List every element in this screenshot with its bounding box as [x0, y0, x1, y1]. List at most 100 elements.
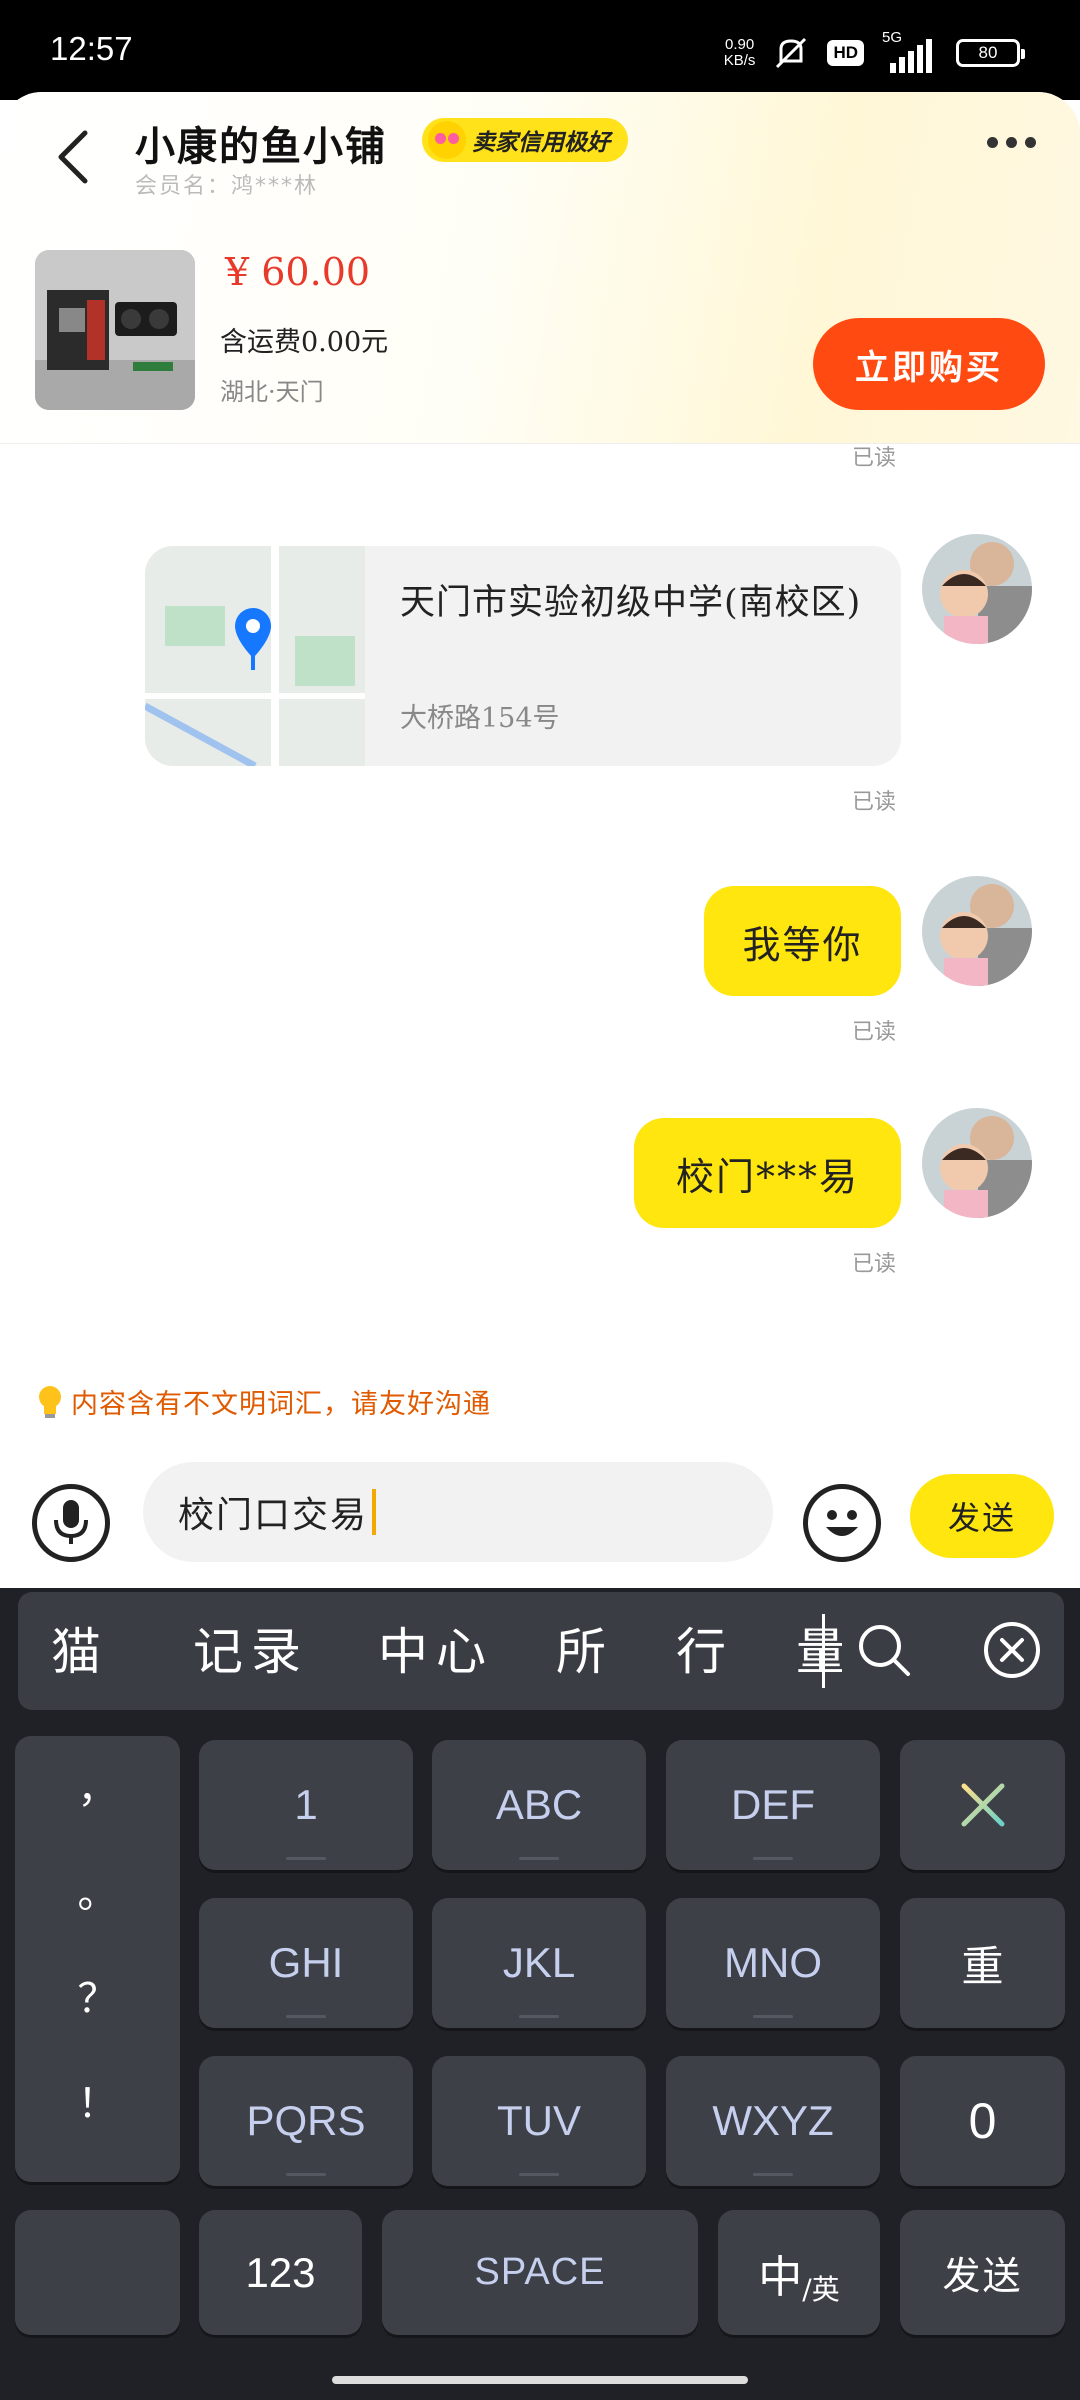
read-receipt: 已读: [852, 446, 897, 471]
lightbulb-icon: [39, 1385, 61, 1418]
voice-button[interactable]: [32, 1484, 110, 1562]
punctuation-column[interactable]: ， 。 ？ ！: [15, 1736, 180, 2182]
close-icon[interactable]: [980, 1618, 1044, 1682]
ime-keyboard: 猫 记录 中心 所 行 量 ， 。 ？ ！ 1 ABC DEF GHI JKL: [0, 1588, 1080, 2400]
punct-question[interactable]: ？: [15, 1966, 180, 2024]
delete-x-icon: [961, 1783, 1004, 1827]
status-bar: 12:57 0.90 KB/s HD 5G 80: [0, 0, 1080, 100]
key-mno[interactable]: MNO: [666, 1898, 880, 2028]
avatar[interactable]: [922, 1108, 1032, 1218]
keyboard-send-key[interactable]: 发送: [900, 2210, 1065, 2335]
shipping-fee: 含运费0.00元: [220, 327, 389, 358]
member-name: 会员名：鸿***林: [135, 174, 319, 199]
more-dots-icon: [987, 137, 998, 148]
status-time: 12:57: [50, 30, 133, 67]
lang-main-label: 中: [758, 2251, 803, 2303]
hd-badge: HD: [827, 40, 864, 66]
candidate-word[interactable]: 量: [796, 1612, 842, 1684]
mute-icon: [776, 37, 807, 69]
candidate-word[interactable]: 中心: [378, 1612, 494, 1684]
candidate-word[interactable]: 行: [676, 1612, 734, 1684]
punct-comma[interactable]: ，: [15, 1756, 180, 1814]
smile-face-icon: [428, 121, 466, 159]
key-label: 1: [294, 1781, 318, 1828]
key-label: ABC: [495, 1781, 583, 1828]
key-jkl[interactable]: JKL: [432, 1898, 646, 2028]
status-icons: 0.90 KB/s HD 5G 80: [724, 28, 1025, 78]
key-ghi[interactable]: GHI: [199, 1898, 413, 2028]
signal-icon: 5G: [880, 29, 940, 73]
key-label: PQRS: [246, 2097, 366, 2144]
key-0[interactable]: 0: [900, 2056, 1065, 2186]
credit-badge[interactable]: 卖家信用极好: [422, 118, 628, 162]
net-speed-unit: KB/s: [723, 52, 756, 69]
symbol-key[interactable]: [15, 2210, 180, 2335]
avatar[interactable]: [922, 876, 1032, 986]
read-receipt: 已读: [852, 1252, 897, 1277]
message-bubble[interactable]: 我等你: [704, 886, 901, 996]
message-input-value: 校门口交易: [178, 1495, 369, 1536]
menu-lines-icon: [78, 2261, 117, 2282]
net-speed: 0.90 KB/s: [724, 37, 756, 69]
shop-name[interactable]: 小康的鱼小铺: [135, 114, 387, 172]
numbers-key[interactable]: 123: [199, 2210, 362, 2335]
microphone-icon: [54, 1500, 88, 1544]
key-tuv[interactable]: TUV: [432, 2056, 646, 2186]
key-label: JKL: [502, 1939, 576, 1986]
key-wxyz[interactable]: WXYZ: [666, 2056, 880, 2186]
baby-photo-icon: [922, 534, 1032, 644]
product-image[interactable]: [35, 250, 195, 410]
net-speed-value: 0.90: [724, 36, 755, 53]
baby-photo-icon: [922, 876, 1032, 986]
battery-level: 80: [978, 43, 998, 62]
key-label: WXYZ: [712, 2097, 834, 2144]
search-icon[interactable]: [856, 1622, 912, 1678]
candidate-word[interactable]: 猫: [51, 1612, 109, 1684]
map-thumbnail: [145, 546, 365, 766]
key-abc[interactable]: ABC: [432, 1740, 646, 1870]
message-input[interactable]: 校门口交易: [143, 1462, 773, 1562]
key-label: TUV: [497, 2097, 581, 2144]
chat-screen: 小康的鱼小铺 卖家信用极好 会员名：鸿***林 ¥ 60.00 含运费0.00元: [0, 92, 1080, 1588]
product-location: 湖北·天门: [220, 378, 324, 406]
buy-now-button[interactable]: 立即购买: [813, 318, 1045, 410]
battery-icon: 80: [956, 39, 1025, 67]
back-button[interactable]: [44, 122, 100, 192]
content-warning: 内容含有不文明词汇，请友好沟通: [35, 1382, 491, 1421]
emoji-button[interactable]: [803, 1484, 881, 1562]
chat-header: 小康的鱼小铺 卖家信用极好 会员名：鸿***林 ¥ 60.00 含运费0.00元: [0, 92, 1080, 444]
key-def[interactable]: DEF: [666, 1740, 880, 1870]
key-label: MNO: [724, 1939, 822, 1986]
warning-text: 内容含有不文明词汇，请友好沟通: [71, 1389, 491, 1420]
home-indicator[interactable]: [332, 2376, 748, 2384]
language-switch-key[interactable]: 中/英: [718, 2210, 880, 2335]
delete-key[interactable]: [900, 1740, 1065, 1870]
read-receipt: 已读: [852, 1020, 897, 1045]
avatar[interactable]: [922, 534, 1032, 644]
send-button[interactable]: 发送: [910, 1474, 1054, 1558]
key-pqrs[interactable]: PQRS: [199, 2056, 413, 2186]
credit-badge-label: 卖家信用极好: [472, 130, 610, 156]
message-bubble[interactable]: 校门***易: [634, 1118, 901, 1228]
text-caret: [372, 1489, 377, 1535]
punct-period[interactable]: 。: [15, 1861, 180, 1919]
key-label: GHI: [268, 1939, 344, 1986]
motherboard-image-icon: [35, 250, 195, 410]
read-receipt: 已读: [852, 790, 897, 815]
space-key[interactable]: SPACE: [382, 2210, 698, 2335]
back-arrow-icon: [58, 130, 88, 184]
candidate-bar: 猫 记录 中心 所 行 量: [18, 1592, 1064, 1710]
location-message-card[interactable]: 天门市实验初级中学(南校区) 大桥路154号: [145, 546, 901, 766]
key-label: DEF: [731, 1781, 815, 1828]
key-1[interactable]: 1: [199, 1740, 413, 1870]
candidate-word[interactable]: 所: [556, 1612, 614, 1684]
more-options-button[interactable]: [987, 137, 1036, 148]
punct-exclaim[interactable]: ！: [15, 2071, 180, 2129]
candidate-word[interactable]: 记录: [193, 1612, 309, 1684]
product-price: ¥ 60.00: [225, 250, 371, 294]
smiley-icon: [826, 1510, 858, 1536]
location-title: 天门市实验初级中学(南校区): [400, 583, 862, 623]
baby-photo-icon: [922, 1108, 1032, 1218]
candidate-cursor: [822, 1614, 825, 1688]
reset-key[interactable]: 重: [900, 1898, 1065, 2028]
